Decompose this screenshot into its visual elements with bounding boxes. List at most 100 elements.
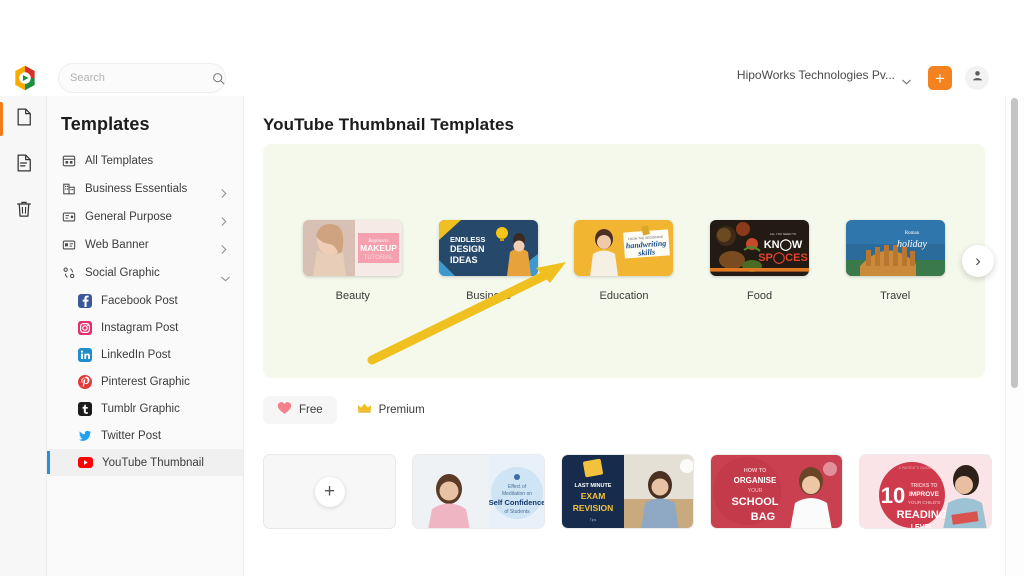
- icon-rail: [0, 96, 47, 576]
- category-thumbnail: ENDLESS DESIGN IDEAS: [438, 220, 538, 276]
- user-icon: [971, 69, 984, 87]
- svg-text:READING: READING: [897, 509, 948, 521]
- chevron-down-icon: [902, 72, 911, 85]
- search-bar[interactable]: [58, 63, 226, 93]
- sidebar-item-general-purpose[interactable]: General Purpose: [47, 203, 243, 231]
- category-label: Education: [599, 290, 649, 302]
- main-content: YouTube Thumbnail Templates Beginners MA…: [244, 96, 1010, 576]
- scrollbar-thumb[interactable]: [1011, 98, 1018, 388]
- category-card-food[interactable]: KN◯W SP◯CES ALL YOU NEED TO Food: [710, 220, 810, 302]
- grid-templates-icon: [61, 154, 76, 169]
- category-card-business[interactable]: ENDLESS DESIGN IDEAS Business: [438, 220, 538, 302]
- filter-free[interactable]: Free: [263, 396, 337, 424]
- sidebar-subitem-pinterest-graphic[interactable]: Pinterest Graphic: [47, 368, 243, 395]
- sidebar-item-all-templates[interactable]: All Templates: [47, 147, 243, 175]
- sidebar-item-label: All Templates: [85, 155, 154, 167]
- template-tile[interactable]: A PARENT'S GUIDE 10 TRICKS TO IMPROVE YO…: [859, 454, 992, 529]
- document-lines-icon: [14, 153, 34, 178]
- svg-text:Meditation on: Meditation on: [502, 491, 532, 497]
- social-share-icon: [61, 266, 76, 281]
- category-label: Beauty: [335, 290, 370, 302]
- sidebar-subitem-label: Pinterest Graphic: [101, 375, 190, 388]
- svg-text:IDEAS: IDEAS: [450, 255, 478, 265]
- top-bar: [0, 0, 1010, 56]
- svg-text:Roman: Roman: [904, 231, 919, 236]
- account-avatar-button[interactable]: [965, 66, 989, 90]
- template-tile[interactable]: HOW TO ORGANISE YOUR SCHOOL BAG: [710, 454, 843, 529]
- organization-selector[interactable]: HipoWorks Technologies Pv...: [736, 68, 911, 85]
- sidebar-item-business-essentials[interactable]: Business Essentials: [47, 175, 243, 203]
- rail-item-designs[interactable]: [0, 96, 47, 142]
- filter-group: Free Premium: [263, 396, 439, 424]
- search-icon: [212, 72, 225, 85]
- trash-icon: [14, 199, 34, 224]
- sidebar-subitem-youtube-thumbnail[interactable]: YouTube Thumbnail: [47, 449, 243, 476]
- category-thumbnail: FROM THE BEGINNING handwriting skills: [574, 220, 674, 276]
- facebook-icon: [78, 293, 92, 308]
- category-card-beauty[interactable]: Beginners MAKEUP TUTORIAL Beauty: [303, 220, 403, 302]
- svg-text:Self Confidence: Self Confidence: [489, 498, 545, 507]
- sidebar-subitem-twitter-post[interactable]: Twitter Post: [47, 422, 243, 449]
- blank-page-icon: [14, 107, 34, 132]
- youtube-icon: [78, 457, 93, 468]
- svg-text:REVISION: REVISION: [573, 503, 614, 513]
- svg-text:EXAM: EXAM: [581, 491, 606, 501]
- sidebar-subitem-linkedin-post[interactable]: LinkedIn Post: [47, 341, 243, 368]
- chevron-right-icon: [221, 241, 229, 254]
- template-thumbnail: HOW TO ORGANISE YOUR SCHOOL BAG: [710, 454, 843, 529]
- app-window: HipoWorks Technologies Pv... +: [0, 0, 1024, 576]
- plus-icon: +: [314, 476, 345, 507]
- svg-text:TRICKS TO: TRICKS TO: [911, 483, 938, 489]
- add-new-button[interactable]: +: [928, 66, 952, 90]
- svg-text:BAG: BAG: [751, 511, 775, 523]
- crown-icon: [357, 401, 372, 419]
- svg-text:ENDLESS: ENDLESS: [450, 235, 485, 244]
- sidebar-subitem-label: Instagram Post: [101, 321, 179, 334]
- sidebar-subitem-tumblr-graphic[interactable]: Tumblr Graphic: [47, 395, 243, 422]
- sidebar-item-social-graphic[interactable]: Social Graphic: [47, 259, 243, 287]
- category-card-travel[interactable]: Roman holiday Travel: [845, 220, 945, 302]
- search-input[interactable]: [70, 72, 212, 84]
- organization-name: HipoWorks Technologies Pv...: [736, 68, 895, 82]
- svg-text:ORGANISE: ORGANISE: [734, 476, 777, 485]
- rail-item-documents[interactable]: [0, 142, 47, 188]
- template-tile[interactable]: Effect of Meditation on Self Confidence …: [412, 454, 545, 529]
- svg-text:YOUR: YOUR: [748, 488, 763, 494]
- create-blank-template-tile[interactable]: +: [263, 454, 396, 529]
- template-tile[interactable]: LAST MINUTE EXAM REVISION Tips: [561, 454, 694, 529]
- svg-text:A PARENT'S GUIDE: A PARENT'S GUIDE: [899, 466, 933, 470]
- heart-icon: [277, 401, 292, 420]
- svg-text:holiday: holiday: [897, 239, 928, 250]
- svg-text:MAKEUP: MAKEUP: [360, 243, 397, 253]
- tumblr-icon: [78, 401, 92, 416]
- pinterest-icon: [78, 374, 92, 389]
- sidebar-subitem-label: Tumblr Graphic: [101, 402, 180, 415]
- sidebar-item-label: General Purpose: [85, 211, 172, 223]
- category-list: Beginners MAKEUP TUTORIAL Beauty ENDLESS…: [263, 144, 985, 378]
- sidebar-item-web-banner[interactable]: Web Banner: [47, 231, 243, 259]
- carousel-next-button[interactable]: ›: [962, 245, 994, 277]
- svg-text:HOW TO: HOW TO: [744, 468, 767, 474]
- sidebar-subitem-facebook-post[interactable]: Facebook Post: [47, 287, 243, 314]
- svg-text:Effect of: Effect of: [508, 484, 527, 490]
- rail-item-trash[interactable]: [0, 188, 47, 234]
- category-thumbnail: Roman holiday: [845, 220, 945, 276]
- svg-text:ALL YOU NEED TO: ALL YOU NEED TO: [770, 232, 797, 236]
- app-logo[interactable]: [11, 64, 39, 92]
- linkedin-icon: [78, 347, 92, 362]
- svg-text:LAST MINUTE: LAST MINUTE: [575, 483, 612, 489]
- svg-text:KN◯W: KN◯W: [764, 239, 803, 251]
- sidebar-subitem-label: LinkedIn Post: [101, 348, 171, 361]
- plus-icon: +: [935, 68, 945, 88]
- chevron-right-icon: [221, 185, 229, 198]
- page-title: YouTube Thumbnail Templates: [263, 115, 515, 134]
- category-thumbnail: KN◯W SP◯CES ALL YOU NEED TO: [710, 220, 810, 276]
- sidebar-subitem-instagram-post[interactable]: Instagram Post: [47, 314, 243, 341]
- svg-text:Tips: Tips: [590, 518, 597, 522]
- category-card-education[interactable]: FROM THE BEGINNING handwriting skills Ed…: [574, 220, 674, 302]
- svg-text:IMPROVE: IMPROVE: [909, 491, 940, 498]
- category-label: Food: [747, 290, 773, 302]
- category-carousel: Beginners MAKEUP TUTORIAL Beauty ENDLESS…: [263, 144, 994, 378]
- svg-text:YOUR CHILD'S: YOUR CHILD'S: [908, 500, 940, 505]
- filter-premium[interactable]: Premium: [343, 396, 439, 424]
